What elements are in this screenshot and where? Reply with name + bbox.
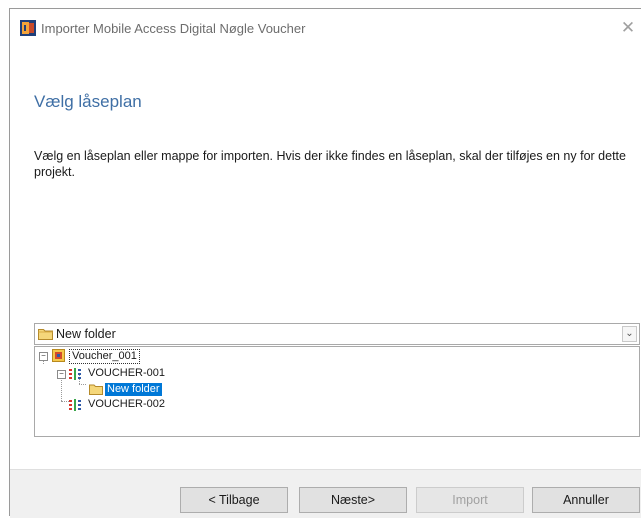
page-title: Vælg låseplan: [34, 92, 142, 111]
lock-plan-tree[interactable]: − Voucher_001 − VOUCHER-001 New folder V…: [34, 346, 640, 437]
back-button[interactable]: < Tilbage: [180, 487, 288, 513]
tree-node-label: VOUCHER-001: [88, 367, 166, 379]
folder-icon: [89, 384, 103, 395]
tree-node-label: Voucher_001: [69, 349, 140, 364]
tree-node-label: New folder: [105, 383, 162, 396]
title-bar: Importer Mobile Access Digital Nøgle Vou…: [10, 9, 641, 49]
tree-connector: [79, 384, 86, 385]
tree-node-label: VOUCHER-002: [88, 398, 166, 410]
button-bar: < Tilbage Næste> Import Annuller: [10, 469, 641, 518]
collapse-icon[interactable]: −: [57, 370, 66, 379]
grid-icon: [69, 399, 81, 411]
lock-plan-icon: [52, 349, 65, 362]
folder-icon: [38, 329, 53, 340]
wizard-content: Vælg låseplan Vælg en låseplan eller map…: [10, 49, 641, 469]
window-title: Importer Mobile Access Digital Nøgle Vou…: [41, 21, 306, 36]
next-button[interactable]: Næste>: [299, 487, 407, 513]
combobox-value: New folder: [56, 327, 116, 341]
grid-icon: [69, 368, 81, 380]
chevron-down-icon[interactable]: ⌄: [622, 326, 637, 342]
tree-connector: [61, 401, 69, 402]
import-button: Import: [416, 487, 524, 513]
collapse-icon[interactable]: −: [39, 352, 48, 361]
page-description: Vælg en låseplan eller mappe for importe…: [34, 149, 626, 179]
close-icon[interactable]: ✕: [617, 17, 639, 39]
dialog-window: Importer Mobile Access Digital Nøgle Vou…: [9, 8, 641, 518]
cancel-button[interactable]: Annuller: [532, 487, 640, 513]
app-icon: [20, 20, 36, 36]
lock-plan-combobox[interactable]: New folder ⌄: [34, 323, 640, 345]
